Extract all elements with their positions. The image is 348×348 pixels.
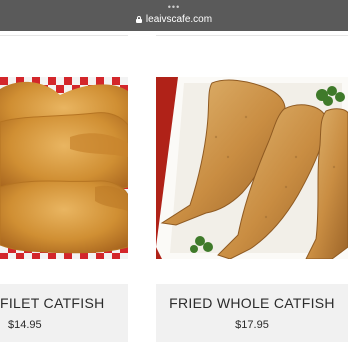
browser-menu-dots[interactable]: ••• bbox=[0, 3, 348, 12]
menu-item-price: $14.95 bbox=[8, 319, 42, 331]
url-text: leaivscafe.com bbox=[145, 14, 213, 25]
url-display[interactable]: leaivscafe.com bbox=[0, 14, 348, 26]
browser-address-bar: ••• leaivscafe.com bbox=[0, 0, 348, 31]
menu-item-price: $17.95 bbox=[235, 319, 269, 331]
menu-item-name: FILET CATFISH bbox=[0, 295, 105, 311]
lock-icon bbox=[135, 16, 142, 23]
menu-card-footer[interactable]: FRIED WHOLE CATFISH $17.95 bbox=[156, 284, 348, 342]
fried-whole-catfish-photo[interactable] bbox=[156, 77, 348, 259]
fried-whole-catfish-image bbox=[156, 77, 348, 259]
filet-catfish-photo[interactable] bbox=[0, 77, 128, 259]
menu-item-name: FRIED WHOLE CATFISH bbox=[169, 295, 335, 311]
previous-card-edge-left bbox=[0, 31, 128, 36]
filet-catfish-image bbox=[0, 77, 128, 259]
previous-card-edge-right bbox=[156, 31, 348, 36]
menu-card-footer[interactable]: FILET CATFISH $14.95 bbox=[0, 284, 128, 342]
